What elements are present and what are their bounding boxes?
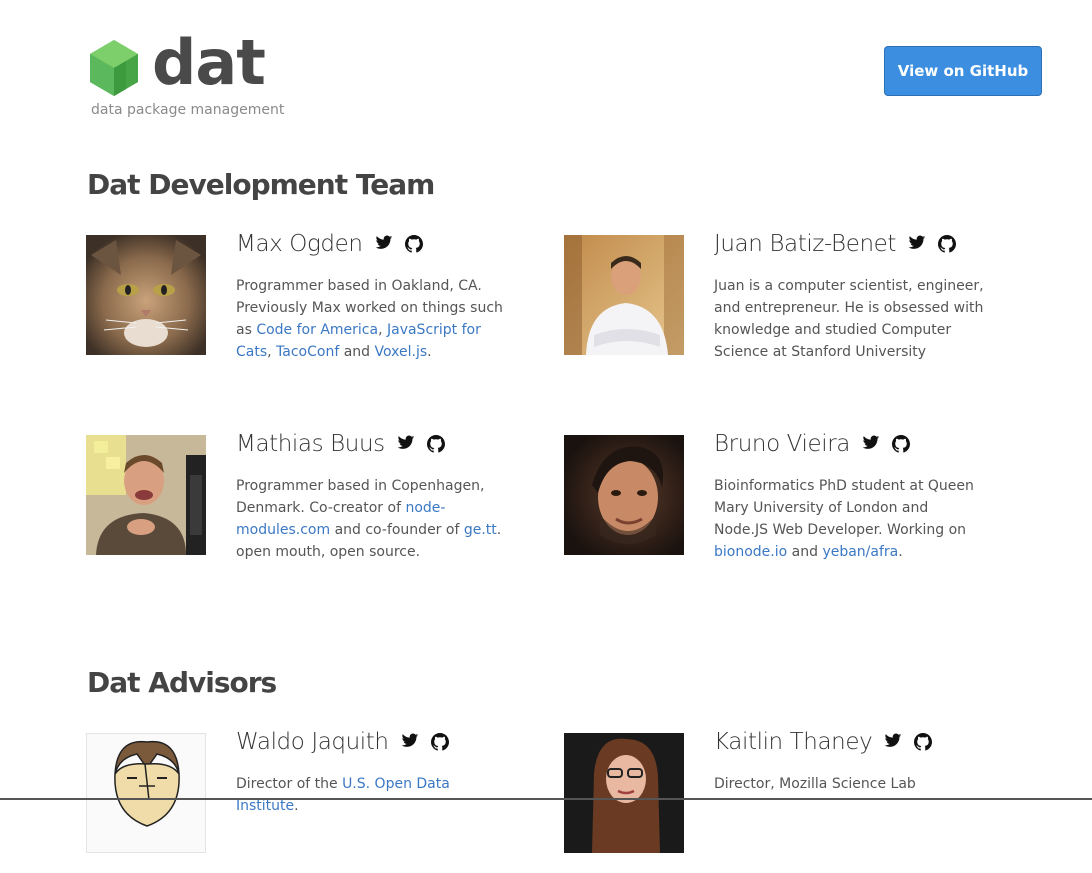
dat-cube-logo-icon	[90, 40, 138, 96]
advisors-section-title: Dat Advisors	[87, 666, 277, 699]
link-bionode-io[interactable]: bionode.io	[714, 544, 787, 560]
avatar-waldo-jaquith	[86, 733, 206, 853]
member-bio: Programmer based in Copenhagen, Denmark.…	[236, 478, 502, 560]
github-octocat-icon[interactable]	[891, 435, 910, 453]
member-bio: Director, Mozilla Science Lab	[714, 776, 916, 792]
github-octocat-icon[interactable]	[404, 235, 423, 253]
member-name: Bruno Vieira	[714, 431, 850, 457]
member-bio: Bioinformatics PhD student at Queen Mary…	[714, 478, 974, 560]
member-name: Juan Batiz-Benet	[714, 231, 897, 257]
twitter-icon[interactable]	[862, 435, 880, 453]
view-on-github-button[interactable]: View on GitHub	[884, 46, 1042, 96]
link-voxel-js[interactable]: Voxel.js	[375, 344, 428, 360]
github-octocat-icon[interactable]	[938, 235, 957, 253]
twitter-icon[interactable]	[884, 733, 902, 751]
member-bio: Programmer based in Oakland, CA. Previou…	[236, 278, 503, 360]
member-name: Kaitlin Thaney	[714, 729, 873, 755]
twitter-icon[interactable]	[401, 733, 419, 751]
github-octocat-icon[interactable]	[430, 733, 449, 751]
logo-wordmark: dat	[152, 26, 266, 99]
logo-tagline: data package management	[91, 102, 285, 118]
member-bio: Director of the U.S. Open Data Institute…	[236, 776, 450, 814]
member-bio: Juan is a computer scientist, engineer, …	[714, 278, 984, 360]
link-ge-tt[interactable]: ge.tt	[464, 522, 497, 538]
member-name: Waldo Jaquith	[236, 729, 389, 755]
advisor-kaitlin-thaney: Kaitlin Thaney Director, Mozilla Science…	[564, 729, 984, 873]
team-section-title: Dat Development Team	[87, 168, 435, 201]
link-code-for-america[interactable]: Code for America	[256, 322, 378, 338]
team-member-mathias-buus: Mathias Buus Programmer based in Copenha…	[86, 431, 506, 575]
avatar-max-ogden	[86, 235, 206, 355]
link-tacoconf[interactable]: TacoConf	[276, 344, 339, 360]
team-member-max-ogden: Max Ogden Programmer based in Oakland, C…	[86, 231, 506, 375]
github-octocat-icon[interactable]	[426, 435, 445, 453]
link-yeban-afra[interactable]: yeban/afra	[822, 544, 898, 560]
twitter-icon[interactable]	[397, 435, 415, 453]
github-octocat-icon[interactable]	[914, 733, 933, 751]
twitter-icon[interactable]	[908, 235, 926, 253]
team-member-juan-batiz-benet: Juan Batiz-Benet Juan is a computer scie…	[564, 231, 984, 375]
team-member-bruno-vieira: Bruno Vieira Bioinformatics PhD student …	[564, 431, 984, 575]
member-name: Max Ogden	[236, 231, 363, 257]
advisor-waldo-jaquith: Waldo Jaquith Director of the U.S. Open …	[86, 729, 506, 873]
dat-logo[interactable]: dat data package management	[88, 26, 288, 126]
member-name: Mathias Buus	[236, 431, 385, 457]
avatar-bruno-vieira	[564, 435, 684, 555]
avatar-kaitlin-thaney	[564, 733, 684, 853]
twitter-icon[interactable]	[375, 235, 393, 253]
avatar-mathias-buus	[86, 435, 206, 555]
avatar-juan-batiz-benet	[564, 235, 684, 355]
